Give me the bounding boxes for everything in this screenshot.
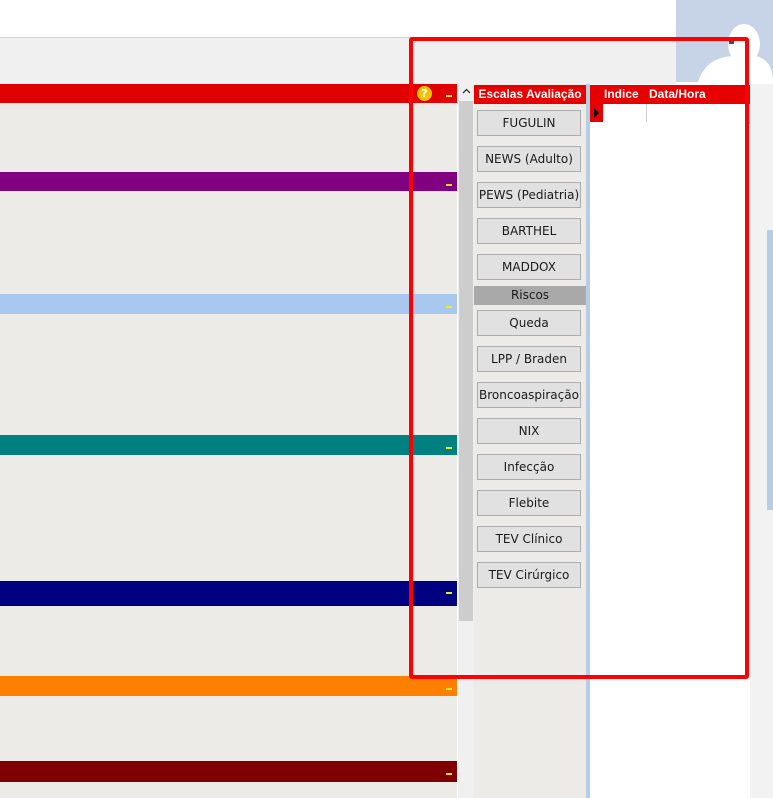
section-header-6[interactable]	[0, 676, 457, 696]
form-sections-panel: ?	[0, 84, 457, 798]
right-edge-scrollbar[interactable]	[767, 230, 773, 510]
highlight-box	[409, 37, 749, 679]
right-edge-panel	[750, 84, 773, 798]
top-bar	[0, 0, 773, 38]
section-header-2[interactable]	[0, 172, 457, 191]
collapse-icon[interactable]	[446, 773, 452, 775]
section-header-5[interactable]	[0, 581, 457, 606]
section-header-7[interactable]	[0, 761, 457, 782]
collapse-icon[interactable]	[446, 688, 452, 690]
section-header-4[interactable]	[0, 435, 457, 455]
section-header-1[interactable]: ?	[0, 84, 457, 103]
section-header-3[interactable]	[0, 294, 457, 314]
